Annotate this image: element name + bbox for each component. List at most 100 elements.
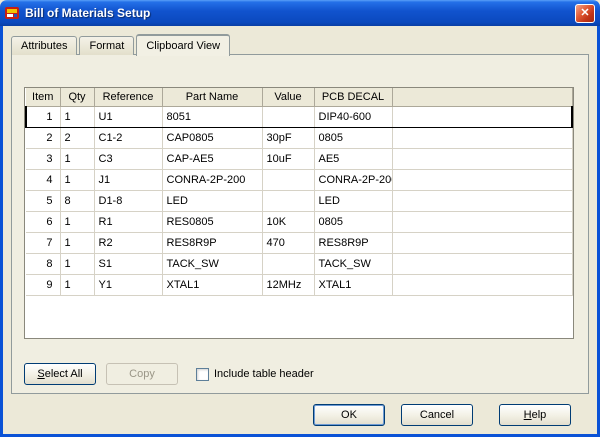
table-cell[interactable]: Y1: [94, 274, 162, 295]
tab-format[interactable]: Format: [79, 36, 134, 55]
table-cell[interactable]: S1: [94, 253, 162, 274]
table-cell[interactable]: [392, 169, 572, 190]
table-cell[interactable]: TACK_SW: [162, 253, 262, 274]
table-cell[interactable]: 1: [26, 106, 60, 127]
table-cell[interactable]: [392, 127, 572, 148]
clipboard-controls: Select All Copy Include table header: [24, 363, 314, 385]
table-cell[interactable]: 8: [60, 190, 94, 211]
table-cell[interactable]: 1: [60, 253, 94, 274]
table-cell[interactable]: 4: [26, 169, 60, 190]
table-cell[interactable]: 1: [60, 106, 94, 127]
table-cell[interactable]: 1: [60, 148, 94, 169]
dialog-window: Bill of Materials Setup ✕ Attributes For…: [0, 0, 600, 437]
table-cell[interactable]: 10uF: [262, 148, 314, 169]
table-cell[interactable]: LED: [314, 190, 392, 211]
tab-panel: ItemQtyReferencePart NameValuePCB DECAL …: [11, 54, 589, 394]
copy-button[interactable]: Copy: [106, 363, 178, 385]
table-cell[interactable]: U1: [94, 106, 162, 127]
table-cell[interactable]: 8051: [162, 106, 262, 127]
include-header-checkbox[interactable]: [196, 368, 209, 381]
table-cell[interactable]: CONRA-2P-200: [314, 169, 392, 190]
table-cell[interactable]: 7: [26, 232, 60, 253]
table-cell[interactable]: C1-2: [94, 127, 162, 148]
table-cell[interactable]: [262, 253, 314, 274]
table-cell[interactable]: 1: [60, 169, 94, 190]
tab-clipboard-view[interactable]: Clipboard View: [136, 34, 230, 56]
table-cell[interactable]: [392, 253, 572, 274]
table-cell[interactable]: 8: [26, 253, 60, 274]
table-cell[interactable]: RES0805: [162, 211, 262, 232]
table-cell[interactable]: 5: [26, 190, 60, 211]
table-cell[interactable]: R2: [94, 232, 162, 253]
table-cell[interactable]: XTAL1: [314, 274, 392, 295]
pads-app-icon: [5, 5, 21, 21]
dialog-footer: OK Cancel Help: [297, 404, 571, 426]
table-cell[interactable]: 10K: [262, 211, 314, 232]
table-cell[interactable]: 6: [26, 211, 60, 232]
column-header-pcb-decal[interactable]: PCB DECAL: [314, 88, 392, 106]
table-cell[interactable]: [262, 106, 314, 127]
table-cell[interactable]: 9: [26, 274, 60, 295]
table-cell[interactable]: R1: [94, 211, 162, 232]
table-cell[interactable]: RES8R9P: [314, 232, 392, 253]
table-cell[interactable]: 3: [26, 148, 60, 169]
window-title: Bill of Materials Setup: [25, 6, 575, 20]
table-cell[interactable]: [392, 148, 572, 169]
table-cell[interactable]: CAP0805: [162, 127, 262, 148]
table-cell[interactable]: 1: [60, 211, 94, 232]
table-row[interactable]: 22C1-2CAP080530pF0805: [26, 127, 572, 148]
table-cell[interactable]: C3: [94, 148, 162, 169]
table-cell[interactable]: AE5: [314, 148, 392, 169]
table-cell[interactable]: LED: [162, 190, 262, 211]
include-header-checkbox-row[interactable]: Include table header: [196, 368, 314, 381]
table-cell[interactable]: [392, 274, 572, 295]
table-row[interactable]: 91Y1XTAL112MHzXTAL1: [26, 274, 572, 295]
column-header-reference[interactable]: Reference: [94, 88, 162, 106]
table-cell[interactable]: [392, 232, 572, 253]
table-row[interactable]: 61R1RES080510K0805: [26, 211, 572, 232]
bom-table: ItemQtyReferencePart NameValuePCB DECAL …: [25, 88, 573, 296]
column-header-item[interactable]: Item: [26, 88, 60, 106]
table-row[interactable]: 58D1-8LEDLED: [26, 190, 572, 211]
table-row[interactable]: 41J1CONRA-2P-200CONRA-2P-200: [26, 169, 572, 190]
table-cell[interactable]: D1-8: [94, 190, 162, 211]
cancel-button[interactable]: Cancel: [401, 404, 473, 426]
table-cell[interactable]: 2: [26, 127, 60, 148]
title-bar[interactable]: Bill of Materials Setup ✕: [0, 0, 600, 26]
table-cell[interactable]: XTAL1: [162, 274, 262, 295]
table-cell[interactable]: [392, 190, 572, 211]
column-header-value[interactable]: Value: [262, 88, 314, 106]
column-header-part-name[interactable]: Part Name: [162, 88, 262, 106]
table-cell[interactable]: 12MHz: [262, 274, 314, 295]
table-cell[interactable]: [262, 169, 314, 190]
select-all-button[interactable]: Select All: [24, 363, 96, 385]
table-cell[interactable]: DIP40-600: [314, 106, 392, 127]
table-cell[interactable]: 1: [60, 232, 94, 253]
table-cell[interactable]: 470: [262, 232, 314, 253]
table-cell[interactable]: RES8R9P: [162, 232, 262, 253]
table-cell[interactable]: [392, 106, 572, 127]
table-row[interactable]: 71R2RES8R9P470RES8R9P: [26, 232, 572, 253]
include-header-label: Include table header: [214, 368, 314, 380]
table-row[interactable]: 11U18051DIP40-600: [26, 106, 572, 127]
table-cell[interactable]: J1: [94, 169, 162, 190]
table-cell[interactable]: 2: [60, 127, 94, 148]
table-cell[interactable]: CONRA-2P-200: [162, 169, 262, 190]
ok-button[interactable]: OK: [313, 404, 385, 426]
close-button[interactable]: ✕: [575, 4, 595, 23]
table-cell[interactable]: CAP-AE5: [162, 148, 262, 169]
table-cell[interactable]: 0805: [314, 127, 392, 148]
table-row[interactable]: 31C3CAP-AE510uFAE5: [26, 148, 572, 169]
table-cell[interactable]: TACK_SW: [314, 253, 392, 274]
table-cell[interactable]: 30pF: [262, 127, 314, 148]
tab-attributes[interactable]: Attributes: [11, 36, 77, 55]
table-row[interactable]: 81S1TACK_SWTACK_SW: [26, 253, 572, 274]
column-header-extra[interactable]: [392, 88, 572, 106]
table-cell[interactable]: 0805: [314, 211, 392, 232]
help-button[interactable]: Help: [499, 404, 571, 426]
column-header-qty[interactable]: Qty: [60, 88, 94, 106]
table-cell[interactable]: [262, 190, 314, 211]
table-cell[interactable]: 1: [60, 274, 94, 295]
tab-bar: Attributes Format Clipboard View: [11, 34, 232, 55]
table-cell[interactable]: [392, 211, 572, 232]
